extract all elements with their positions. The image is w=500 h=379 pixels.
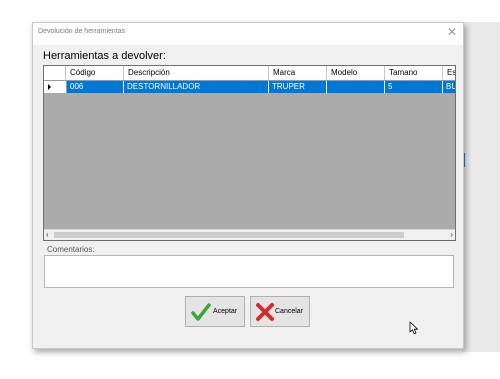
column-header-descripcion[interactable]: Descripción [124,66,269,80]
cell-es[interactable]: BU [443,81,455,93]
grid-header-row: Código Descripción Marca Modelo Tamano E… [44,66,455,81]
column-header-marca[interactable]: Marca [269,66,327,80]
cancel-label: Cancelar [275,308,304,315]
scroll-left-icon[interactable]: ‹ [46,230,49,240]
tools-grid[interactable]: Código Descripción Marca Modelo Tamano E… [43,65,456,241]
scrollbar-thumb[interactable] [54,232,404,238]
title-bar[interactable]: Devolución de herramientas ✕ [33,23,463,45]
cell-marca[interactable]: TRUPER [269,81,327,93]
return-tools-dialog: Devolución de herramientas ✕ Herramienta… [32,22,464,349]
horizontal-scrollbar[interactable]: ‹ › [44,229,455,240]
grid-heading: Herramientas a devolver: [43,50,166,62]
column-header-modelo[interactable]: Modelo [327,66,385,80]
cell-descripcion[interactable]: DESTORNILLADOR [124,81,269,93]
window-title: Devolución de herramientas [38,28,126,35]
mouse-cursor-icon [409,321,418,335]
table-row[interactable]: 006 DESTORNILLADOR TRUPER 5 BU [44,81,455,93]
cancel-button[interactable]: Cancelar [250,296,310,327]
accept-button[interactable]: Aceptar [185,296,245,327]
red-x-icon [256,303,274,321]
row-arrow-icon [48,84,51,90]
column-header-tamano[interactable]: Tamano [385,66,443,80]
close-icon[interactable]: ✕ [447,25,457,39]
row-header-corner [44,66,66,80]
comments-label: Comentarios: [47,245,95,254]
row-selector[interactable] [44,81,67,93]
cell-modelo[interactable] [327,81,385,93]
column-header-codigo[interactable]: Código [66,66,124,80]
scroll-right-icon[interactable]: › [450,230,453,240]
column-header-es[interactable]: Es [443,66,455,80]
cell-codigo[interactable]: 006 [67,81,124,93]
accept-label: Aceptar [213,308,238,315]
comments-textarea[interactable] [44,255,454,288]
checkmark-icon [191,303,211,321]
background-window-edge [462,22,500,352]
cell-tamano[interactable]: 5 [385,81,443,93]
